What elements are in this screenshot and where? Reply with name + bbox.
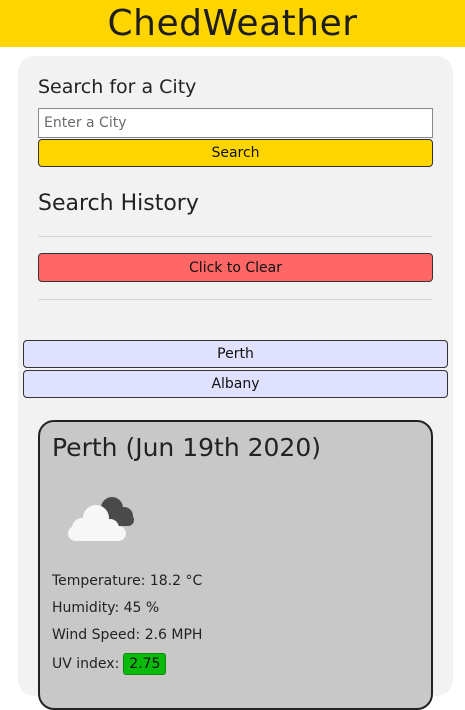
wind-speed-text: Wind Speed: 2.6 MPH bbox=[52, 627, 203, 643]
uv-index-label: UV index: bbox=[52, 656, 120, 672]
humidity-text: Humidity: 45 % bbox=[52, 600, 160, 616]
search-title: Search for a City bbox=[38, 76, 197, 98]
history-item-perth[interactable]: Perth bbox=[23, 340, 448, 368]
divider bbox=[38, 236, 433, 237]
search-button[interactable]: Search bbox=[38, 139, 433, 167]
app-header: ChedWeather bbox=[0, 0, 465, 47]
clear-history-button[interactable]: Click to Clear bbox=[38, 253, 433, 282]
app-title: ChedWeather bbox=[107, 3, 358, 44]
city-search-input[interactable] bbox=[38, 108, 433, 138]
cloud-icon bbox=[68, 497, 134, 541]
temperature-text: Temperature: 18.2 °C bbox=[52, 573, 203, 589]
search-history-title: Search History bbox=[38, 191, 199, 216]
history-item-albany[interactable]: Albany bbox=[23, 370, 448, 398]
divider bbox=[38, 299, 433, 300]
weather-title: Perth (Jun 19th 2020) bbox=[52, 433, 321, 462]
